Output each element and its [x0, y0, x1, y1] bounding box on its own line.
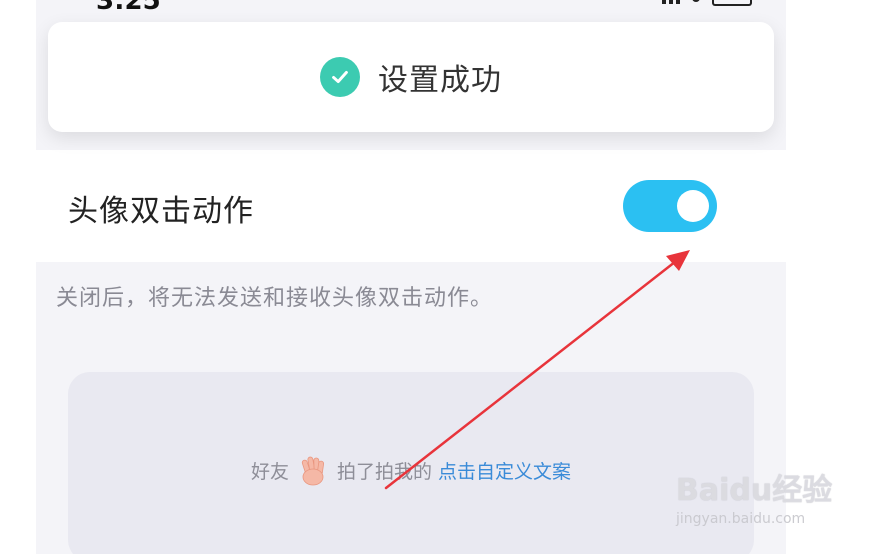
wifi-icon — [692, 0, 700, 2]
preview-friend-label: 好友 — [250, 460, 289, 483]
watermark-url: jingyan.baidu.com — [676, 511, 806, 527]
status-time: 3:25 — [96, 0, 161, 16]
phone-screen: 3:25 头像双击动作 设置成功 关闭后，将无法发送和接收头像双击动作。 好友 … — [36, 0, 786, 554]
toggle-knob — [677, 190, 709, 222]
waving-hand-icon — [295, 452, 331, 488]
success-toast: 设置成功 — [48, 22, 774, 132]
baidu-jingyan-watermark: Baidu经验 jingyan.baidu.com — [676, 465, 876, 535]
toast-message: 设置成功 — [378, 63, 502, 98]
pat-preview-card: 好友 拍了拍我的 点击自定义文案 — [68, 372, 754, 554]
preview-patted-text: 拍了拍我的 — [336, 460, 432, 483]
check-circle-icon — [320, 57, 360, 97]
screenshot-stage: 3:25 头像双击动作 设置成功 关闭后，将无法发送和接收头像双击动作。 好友 … — [0, 0, 881, 554]
status-icons — [662, 0, 752, 6]
pat-preview-line: 好友 拍了拍我的 点击自定义文案 — [68, 452, 754, 488]
watermark-logo: Baidu经验 — [676, 473, 833, 508]
setting-label: 头像双击动作 — [68, 194, 254, 229]
double-tap-avatar-toggle[interactable] — [623, 180, 717, 232]
status-bar: 3:25 — [36, 0, 786, 20]
custom-text-link[interactable]: 点击自定义文案 — [438, 457, 571, 484]
setting-hint: 关闭后，将无法发送和接收头像双击动作。 — [56, 286, 494, 311]
signal-icon — [662, 0, 680, 4]
battery-icon — [712, 0, 752, 6]
